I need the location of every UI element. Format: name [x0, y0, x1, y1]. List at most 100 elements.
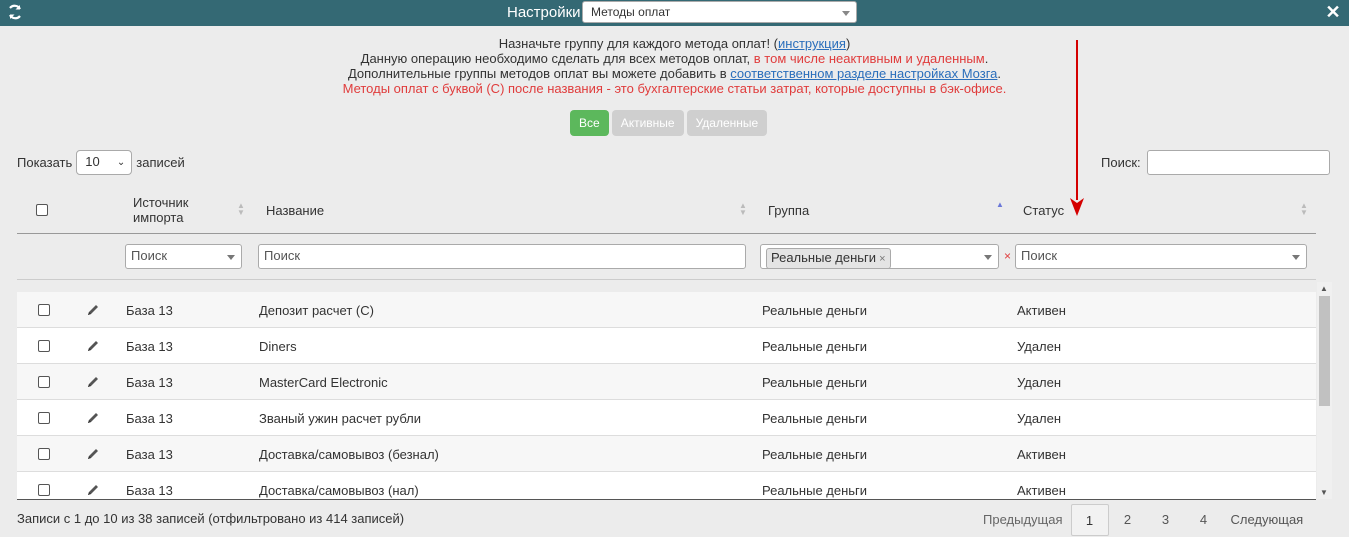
- page-length-value: 10: [85, 154, 100, 169]
- chevron-down-icon: [227, 255, 235, 260]
- pencil-icon[interactable]: [86, 339, 100, 353]
- instruction-text: .: [997, 66, 1002, 81]
- cell-source: База 13: [126, 410, 173, 426]
- settings-section-value: Методы оплат: [591, 5, 671, 19]
- table-scrollbar[interactable]: ▲ ▼: [1317, 282, 1332, 499]
- group-filter-select[interactable]: Реальные деньги ×: [760, 244, 999, 269]
- row-checkbox[interactable]: [38, 340, 50, 352]
- page-button-4[interactable]: 4: [1185, 504, 1223, 536]
- settings-section-select[interactable]: Методы оплат: [582, 1, 857, 23]
- warning-text: в том числе неактивным и удаленным: [753, 51, 985, 66]
- chevron-down-icon: [842, 11, 850, 16]
- column-header-status[interactable]: Статус ▲ ▼: [1015, 186, 1312, 234]
- cell-status: Удален: [1017, 338, 1062, 354]
- filter-all-button[interactable]: Все: [570, 110, 609, 136]
- pencil-icon[interactable]: [86, 411, 100, 425]
- cell-name: Званый ужин расчет рубли: [259, 410, 422, 426]
- cell-group: Реальные деньги: [762, 446, 868, 462]
- scroll-down-icon[interactable]: ▼: [1320, 488, 1328, 497]
- pencil-icon[interactable]: [86, 375, 100, 389]
- row-checkbox[interactable]: [38, 376, 50, 388]
- instruction-line-4: Методы оплат с буквой (С) после названия…: [342, 81, 1007, 96]
- row-checkbox[interactable]: [38, 484, 50, 496]
- name-filter-input[interactable]: Поиск: [258, 244, 746, 269]
- sort-icon: ▲ ▼: [237, 201, 245, 217]
- row-checkbox[interactable]: [38, 304, 50, 316]
- pencil-icon[interactable]: [86, 483, 100, 497]
- column-filter-row: Поиск Поиск Реальные деньги × × Поиск: [17, 236, 1316, 280]
- filter-active-button[interactable]: Активные: [611, 110, 684, 136]
- column-label: Статус: [1023, 202, 1065, 218]
- group-tag-label: Реальные деньги: [771, 250, 877, 265]
- filter-placeholder: Поиск: [131, 248, 168, 263]
- cell-status: Активен: [1017, 446, 1066, 462]
- source-filter-select[interactable]: Поиск: [125, 244, 242, 269]
- filter-placeholder: Поиск: [264, 248, 301, 263]
- cell-source: База 13: [126, 482, 173, 498]
- brain-settings-link[interactable]: соответственном разделе настройках Мозга: [730, 66, 997, 81]
- search-label: Поиск:: [1101, 155, 1141, 170]
- sort-asc-icon: ▲: [996, 200, 1004, 209]
- table-body: База 13 Депозит расчет (С) Реальные день…: [17, 292, 1316, 500]
- column-header-group[interactable]: Группа ▲: [760, 186, 1008, 234]
- cell-status: Удален: [1017, 374, 1062, 390]
- cell-group: Реальные деньги: [762, 338, 868, 354]
- cell-group: Реальные деньги: [762, 482, 868, 498]
- chevron-down-icon: [1292, 255, 1300, 260]
- column-label: Источник импорта: [133, 195, 189, 225]
- pencil-icon[interactable]: [86, 447, 100, 461]
- table-row: База 13 Доставка/самовывоз (безнал) Реал…: [17, 436, 1316, 472]
- row-checkbox[interactable]: [38, 448, 50, 460]
- edit-cell: [86, 472, 100, 499]
- instructions: Назначьте группу для каждого метода опла…: [0, 36, 1349, 96]
- instruction-link[interactable]: инструкция: [778, 36, 846, 51]
- instruction-line-2: Данную операцию необходимо сделать для в…: [0, 51, 1349, 66]
- chevron-down-icon: ⌄: [116, 157, 126, 168]
- column-header-name[interactable]: Название ▲ ▼: [258, 186, 751, 234]
- cell-status: Активен: [1017, 302, 1066, 318]
- page-button-1[interactable]: 1: [1070, 504, 1109, 536]
- row-checkbox-cell: [38, 436, 50, 472]
- title-bar: Настройки Методы оплат ✕: [0, 0, 1349, 26]
- clear-filter-icon[interactable]: ×: [1004, 249, 1011, 263]
- page-length-select[interactable]: 10 ⌄: [76, 150, 133, 175]
- prev-page-button[interactable]: Предыдущая: [975, 504, 1071, 536]
- scrollbar-thumb[interactable]: [1319, 296, 1330, 406]
- table-row: База 13 Депозит расчет (С) Реальные день…: [17, 292, 1316, 328]
- column-header-source[interactable]: Источник импорта ▲ ▼: [125, 186, 249, 234]
- cell-name: Доставка/самовывоз (нал): [259, 482, 419, 498]
- status-filter-select[interactable]: Поиск: [1015, 244, 1307, 269]
- table-search: Поиск:: [1101, 150, 1330, 175]
- refresh-icon[interactable]: [6, 3, 24, 21]
- cell-group: Реальные деньги: [762, 302, 868, 318]
- filter-deleted-button[interactable]: Удаленные: [686, 110, 768, 136]
- pencil-icon[interactable]: [86, 303, 100, 317]
- select-all-cell: [36, 186, 48, 234]
- page-button-3[interactable]: 3: [1147, 504, 1185, 536]
- annotation-arrow-icon: [1070, 40, 1084, 216]
- edit-cell: [86, 364, 100, 400]
- cell-name: Доставка/самовывоз (безнал): [259, 446, 439, 462]
- instruction-text: ): [845, 36, 851, 51]
- next-page-button[interactable]: Следующая: [1223, 504, 1312, 536]
- cell-source: База 13: [126, 302, 173, 318]
- table-row: База 13 Diners Реальные деньги Удален: [17, 328, 1316, 364]
- table-row: База 13 Званый ужин расчет рубли Реальны…: [17, 400, 1316, 436]
- table-info: Записи с 1 до 10 из 38 записей (отфильтр…: [17, 511, 405, 526]
- column-label: Группа: [768, 202, 810, 218]
- cell-status: Удален: [1017, 410, 1062, 426]
- page-length-control: Показать 10 ⌄ записей: [17, 150, 185, 175]
- cell-source: База 13: [126, 374, 173, 390]
- scroll-up-icon[interactable]: ▲: [1320, 284, 1328, 293]
- search-input[interactable]: [1146, 150, 1330, 175]
- cell-source: База 13: [126, 446, 173, 462]
- select-all-checkbox[interactable]: [36, 204, 48, 216]
- remove-tag-icon[interactable]: ×: [879, 253, 885, 265]
- row-checkbox[interactable]: [38, 412, 50, 424]
- edit-cell: [86, 400, 100, 436]
- cell-name: Депозит расчет (С): [259, 302, 374, 318]
- page-button-2[interactable]: 2: [1109, 504, 1147, 536]
- row-checkbox-cell: [38, 328, 50, 364]
- close-icon[interactable]: ✕: [1325, 3, 1341, 21]
- instruction-line-3: Дополнительные группы методов оплат вы м…: [0, 66, 1349, 81]
